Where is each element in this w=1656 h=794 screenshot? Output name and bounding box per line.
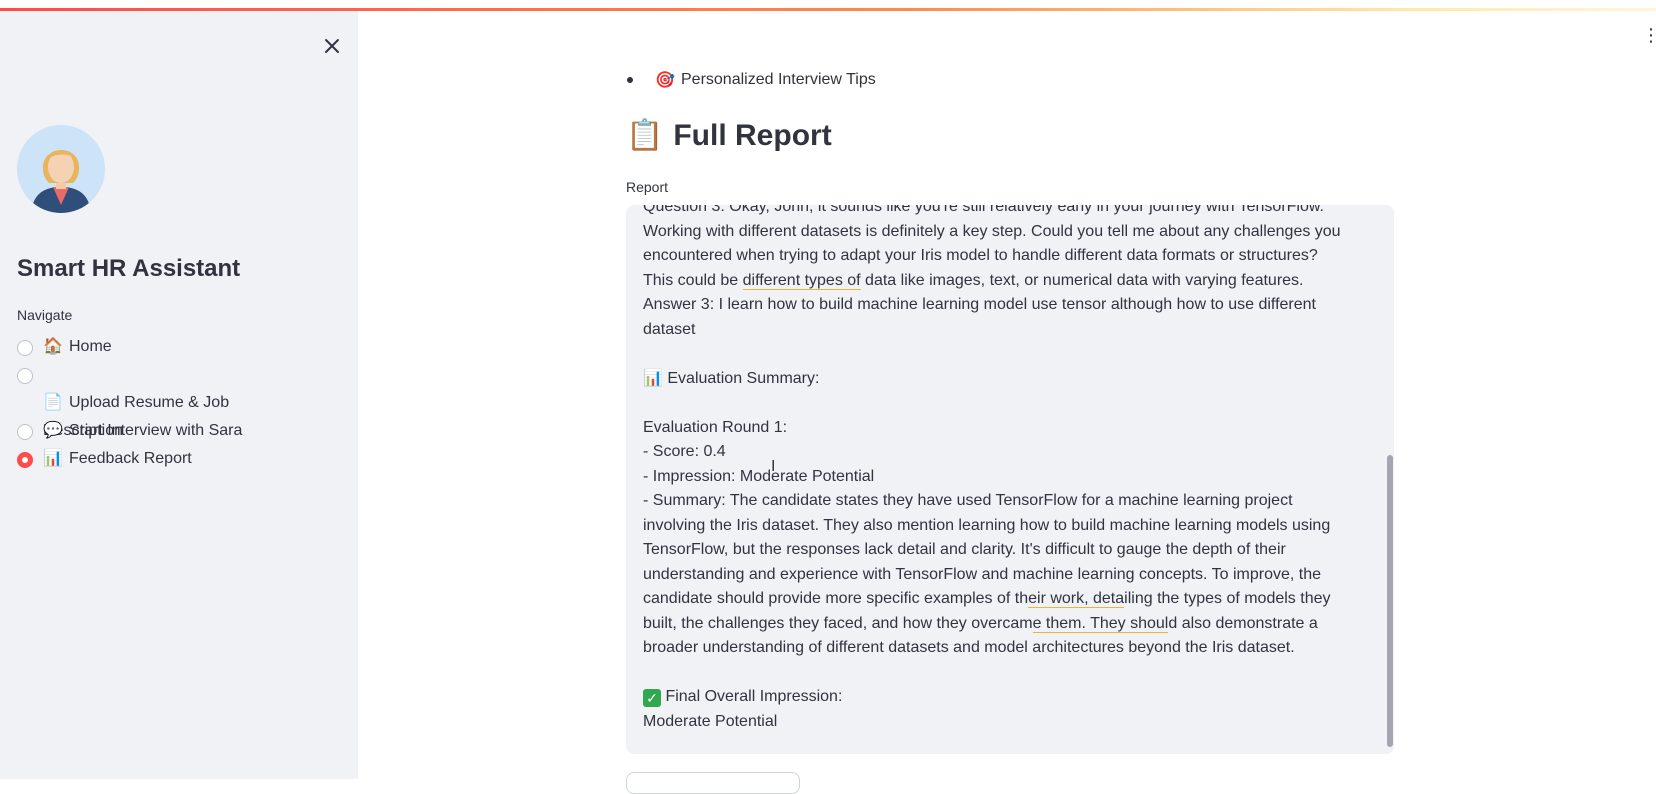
radio-feedback-selected[interactable] — [17, 452, 33, 468]
spellcheck-underline: different types of — [742, 271, 861, 290]
target-icon: 🎯 — [655, 72, 675, 89]
report-line: - Summary: The candidate states they hav… — [643, 492, 1293, 509]
final-impression-label: Final Overall Impression: — [665, 688, 843, 705]
report-line: TensorFlow, but the responses lack detai… — [643, 541, 1286, 558]
report-line: iling the types of models they — [1124, 590, 1331, 607]
app-title: Smart HR Assistant — [17, 255, 241, 282]
report-line: Question 3: Okay, John, it sounds like y… — [643, 205, 1324, 215]
report-line: - Impression: Moderate Potential — [643, 467, 875, 485]
nav-item-feedback[interactable]: 📊 Feedback Report — [17, 449, 192, 473]
assistant-avatar — [17, 125, 105, 213]
nav-label-feedback: Feedback Report — [69, 450, 192, 467]
bar-chart-icon: 📊 — [643, 369, 663, 387]
nav-item-home[interactable]: 🏠 Home — [17, 337, 112, 361]
report-line: candidate should provide more specific e… — [643, 590, 1029, 607]
text-cursor-icon: I — [771, 458, 776, 475]
report-line: involving the Iris dataset. They also me… — [643, 516, 1331, 534]
close-sidebar-icon[interactable] — [321, 35, 343, 57]
clipboard-icon: 📋 — [626, 119, 664, 152]
report-line: understanding and experience with Tensor… — [643, 565, 1322, 583]
report-line: Evaluation Round 1: — [643, 418, 788, 436]
radio-upload[interactable] — [17, 368, 33, 384]
report-line: d also demonstrate a — [1168, 614, 1318, 632]
bar-chart-icon: 📊 — [43, 450, 63, 467]
download-button-partial[interactable] — [626, 772, 800, 794]
report-line: Answer 3: I learn how to build machine l… — [643, 296, 1316, 313]
radio-home[interactable] — [17, 340, 33, 356]
radio-interview[interactable] — [17, 424, 33, 440]
speech-bubble-icon: 💬 — [43, 422, 63, 439]
report-scrollbar[interactable] — [1387, 455, 1393, 747]
report-line: built, the challenges they faced, and ho… — [643, 614, 1033, 632]
nav-item-interview[interactable]: 💬 Start Interview with Sara — [17, 421, 242, 445]
sidebar: Smart HR Assistant Navigate 🏠 Home 📄 Uploa… — [0, 11, 358, 779]
report-line: data like images, text, or numerical dat… — [860, 271, 1304, 289]
page-icon: 📄 — [43, 394, 63, 411]
report-textarea[interactable]: Question 3: Okay, John, it sounds like y… — [626, 205, 1394, 754]
tips-bullet: 🎯 Personalized Interview Tips — [627, 70, 876, 90]
heading-text: Full Report — [673, 118, 832, 152]
tips-text: Personalized Interview Tips — [681, 71, 876, 88]
spellcheck-underline: e them. They shoul — [1032, 614, 1169, 633]
evaluation-summary-title: Evaluation Summary: — [667, 369, 820, 387]
bullet-dot — [627, 77, 633, 83]
report-line: dataset — [643, 320, 696, 338]
house-icon: 🏠 — [43, 338, 63, 355]
report-line: - Score: 0.4 — [643, 443, 726, 460]
report-line: broader understanding of different datas… — [643, 639, 1295, 656]
nav-label-interview: Start Interview with Sara — [69, 422, 243, 439]
page-heading: 📋 Full Report — [626, 118, 832, 153]
report-label: Report — [626, 179, 669, 195]
check-mark-icon: ✓ — [643, 689, 661, 707]
report-line: This could be — [643, 271, 743, 289]
report-line: Working with different datasets is defin… — [643, 222, 1341, 240]
final-impression-value: Moderate Potential — [643, 712, 778, 730]
report-line: encountered when trying to adapt your Ir… — [643, 247, 1318, 264]
main-menu-kebab-icon[interactable]: ⋮ — [1642, 26, 1656, 44]
report-content: Question 3: Okay, John, it sounds like y… — [643, 205, 1363, 734]
navigate-label: Navigate — [17, 307, 73, 323]
nav-label-home: Home — [69, 338, 112, 355]
spellcheck-underline: eir work, deta — [1028, 590, 1125, 608]
